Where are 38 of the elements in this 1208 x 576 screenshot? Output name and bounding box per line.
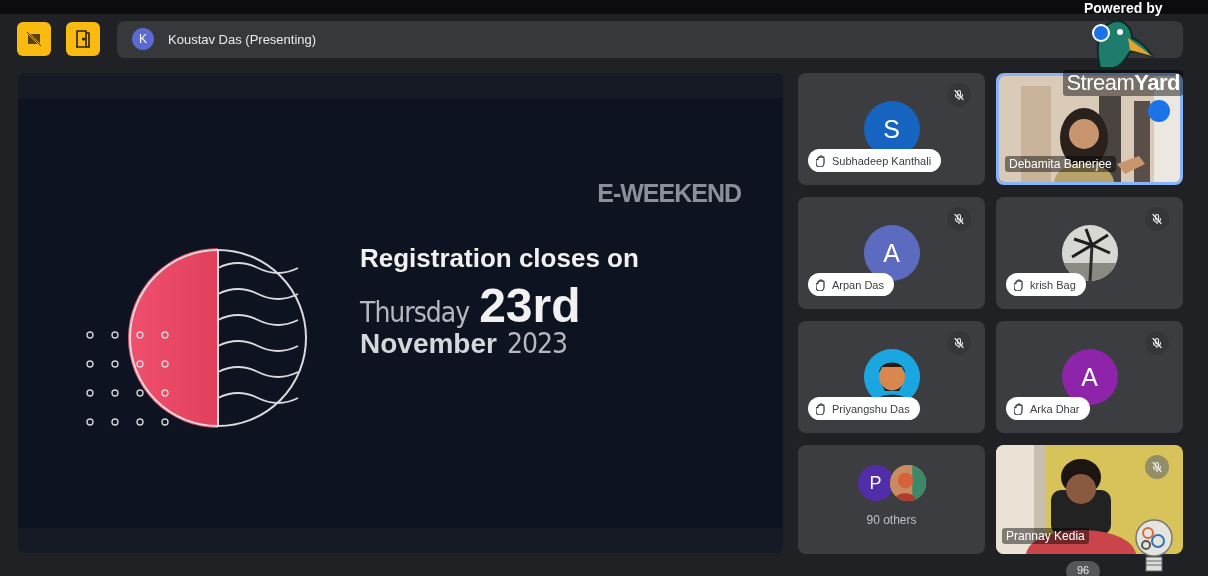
avatar-initial: A <box>863 225 920 281</box>
participant-name: Subhadeep Kanthali <box>832 154 932 167</box>
avatar-initial: P <box>857 465 894 501</box>
participant-name: Prannay Kedia <box>1002 528 1089 544</box>
crossed-out-screen-icon <box>26 31 42 47</box>
hand-icon <box>1014 278 1024 291</box>
powered-by-text: Powered by <box>1083 0 1163 16</box>
participant-tile[interactable]: Priyangshu Das <box>798 321 985 433</box>
participant-name: Arpan Das <box>832 278 884 291</box>
slide-heading: Registration closes on <box>360 243 640 274</box>
door-icon <box>75 30 91 48</box>
hand-icon <box>816 402 826 415</box>
presenter-name: Koustav Das (Presenting) <box>168 31 317 47</box>
weekday-text: Thursday <box>360 299 470 327</box>
others-tile[interactable]: P 90 others <box>798 445 985 554</box>
participant-tile[interactable]: krish Bag <box>996 197 1183 309</box>
leave-button[interactable] <box>66 22 100 56</box>
hand-icon <box>816 278 826 291</box>
participant-name: krish Bag <box>1030 278 1076 291</box>
others-count: 90 others <box>866 513 917 527</box>
hand-icon <box>816 154 826 167</box>
day-text: 23rd <box>479 282 581 330</box>
participant-tile[interactable]: A Arka Dhar <box>996 321 1183 433</box>
participant-tile[interactable]: A Arpan Das <box>798 197 985 309</box>
hand-icon <box>1014 402 1024 415</box>
month-text: November <box>360 330 497 358</box>
avatar-initial: K <box>132 28 154 50</box>
participant-name: Debamita Banerjee <box>1005 156 1116 172</box>
participant-name: Priyangshu Das <box>832 402 910 415</box>
avatar-initial: A <box>1061 349 1118 405</box>
participant-tile[interactable]: S Subhadeep Kanthali <box>798 73 985 185</box>
viewer-count-badge: 96 <box>1066 561 1100 576</box>
video-tile[interactable]: Prannay Kedia <box>996 445 1183 554</box>
brand-logo: StreamYard <box>1063 70 1183 96</box>
year-text: 2023 <box>506 330 568 358</box>
event-logo: E-WEEKEND <box>597 179 741 208</box>
participant-name: Arka Dhar <box>1030 402 1080 415</box>
hide-presentation-button[interactable] <box>17 22 51 56</box>
